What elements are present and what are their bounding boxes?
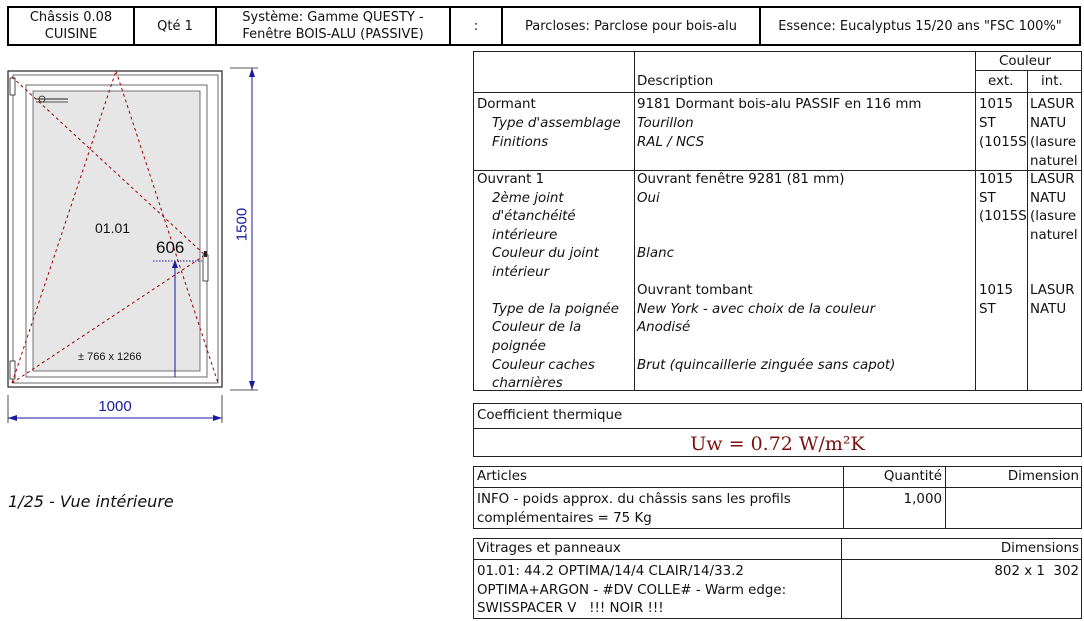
height-dimension-label: 1500 [233,207,251,242]
dormant-assembly-ext: ST [979,116,996,131]
joint-label-1: 2ème joint [492,191,564,206]
vitrage-line1: 01.01: 44.2 OPTIMA/14/4 CLAIR/14/33.2 [477,564,744,579]
vitrages-head: Vitrages et panneaux [477,541,621,556]
dormant-label: Dormant [477,97,536,112]
articles-head: Articles [477,469,527,484]
handle-icon [202,254,209,282]
poignee-ext: ST [979,302,996,317]
article-row-line1: INFO - poids approx. du châssis sans les… [477,492,791,507]
ouvrant-ext-3: (1015S [979,209,1026,224]
ouvrant-label: Ouvrant 1 [477,172,545,187]
ouvrant-int-3: (lasure [1030,209,1077,224]
tombant-label: Ouvrant tombant [637,283,753,298]
sash-number-label: 01.01 [95,220,131,236]
poignee-int: NATU [1030,302,1067,317]
dormant-desc: 9181 Dormant bois-alu PASSIF en 116 mm [637,97,922,112]
tombant-int: LASUR [1030,283,1075,298]
joint-label-3: intérieure [492,228,558,243]
joint-value: Oui [637,191,660,206]
thermal-box: Coefficient thermique Uw = 0.72 W/m²K [473,403,1082,457]
system-line1: Système: Gamme QUESTY - [242,10,424,25]
caches-label-1: Couleur caches [492,358,595,373]
head-description: Description [637,74,714,89]
caches-label-2: charnières [492,376,563,391]
glass-size-label: ± 766 x 1266 [78,351,142,363]
header-essence: Essence: Eucalyptus 15/20 ans "FSC 100%" [759,6,1081,46]
chassis-room: CUISINE [44,27,98,42]
couleur-joint-label-2: intérieur [492,265,550,280]
colon-label: : [473,18,479,34]
dormant-assembly-label: Type d'assemblage [492,116,621,131]
parcloses-label: Parcloses: Parclose pour bois-alu [525,18,737,34]
article-row-line2: complémentaires = 75 Kg [477,511,652,526]
hinge-top-icon [9,77,16,96]
system-line2: Fenêtre BOIS-ALU (PASSIVE) [242,27,424,42]
header-colon: : [449,6,503,46]
dormant-int-extra: naturel [1030,154,1078,169]
essence-label: Essence: Eucalyptus 15/20 ans "FSC 100%" [778,18,1062,34]
poignee-label: Type de la poignée [492,302,619,317]
vitrage-line3: SWISSPACER V !!! NOIR !!! [477,601,664,616]
dormant-finish-label: Finitions [492,135,549,150]
couleur-joint-value: Blanc [637,246,674,261]
coul-poignee-label-2: poignée [492,339,546,354]
head-ext: ext. [988,74,1014,89]
handle-height-label: 606 [156,238,185,257]
ouvrant-int-4: naturel [1030,228,1078,243]
caches-value: Brut (quincaillerie zinguée sans capot) [637,358,896,373]
coul-poignee-label-1: Couleur de la [492,320,582,335]
dormant-finish-ext: (1015S [979,135,1026,150]
articles-table: Articles Quantité Dimension INFO - poids… [473,466,1082,529]
description-table: Couleur Description ext. int. Dormant 91… [473,51,1082,391]
thermal-title: Coefficient thermique [477,408,623,423]
header-qty: Qté 1 [133,6,217,46]
articles-head-quantite: Quantité [883,469,942,484]
ouvrant-desc: Ouvrant fenêtre 9281 (81 mm) [637,172,845,187]
width-dimension-label: 1000 [98,398,132,415]
coul-poignee-value: Anodisé [637,320,691,335]
head-int: int. [1041,74,1063,89]
header-system: Système: Gamme QUESTY - Fenêtre BOIS-ALU… [215,6,451,46]
dormant-assembly-int: NATU [1030,116,1067,131]
couleur-joint-label-1: Couleur du joint [492,246,599,261]
handle-knob [204,251,207,257]
ouvrant-ext: 1015 [979,172,1014,187]
ouvrant-ext-2: ST [979,191,996,206]
vitrages-head-dim: Dimensions [1000,541,1079,556]
articles-head-dimension: Dimension [1007,469,1079,484]
dormant-ext: 1015 [979,97,1014,112]
dormant-finish-int: (lasure [1030,135,1077,150]
tombant-ext: 1015 [979,283,1014,298]
window-drawing [7,67,258,423]
dormant-assembly-value: Tourillon [637,116,694,131]
vitrage-dim: 802 x 1 302 [994,564,1079,579]
head-couleur: Couleur [999,54,1051,69]
ouvrant-int-2: NATU [1030,191,1067,206]
chassis-name: Châssis 0.08 [29,10,113,25]
thermal-value: Uw = 0.72 W/m²K [690,433,865,455]
qty-label: Qté 1 [157,18,193,34]
joint-label-2: d'étanchéité [492,209,576,224]
vitrage-line2: OPTIMA+ARGON - #DV COLLE# - Warm edge: [477,583,787,598]
dormant-int: LASUR [1030,97,1075,112]
scale-view-label: 1/25 - Vue intérieure [8,492,174,511]
header-chassis: Châssis 0.08 CUISINE [7,6,135,46]
dormant-finish-value: RAL / NCS [637,135,705,150]
ouvrant-int: LASUR [1030,172,1075,187]
vitrages-table: Vitrages et panneaux Dimensions 01.01: 4… [473,538,1082,619]
poignee-value: New York - avec choix de la couleur [637,302,876,317]
header-parcloses: Parcloses: Parclose pour bois-alu [501,6,761,46]
article-row-qty: 1,000 [903,492,942,507]
